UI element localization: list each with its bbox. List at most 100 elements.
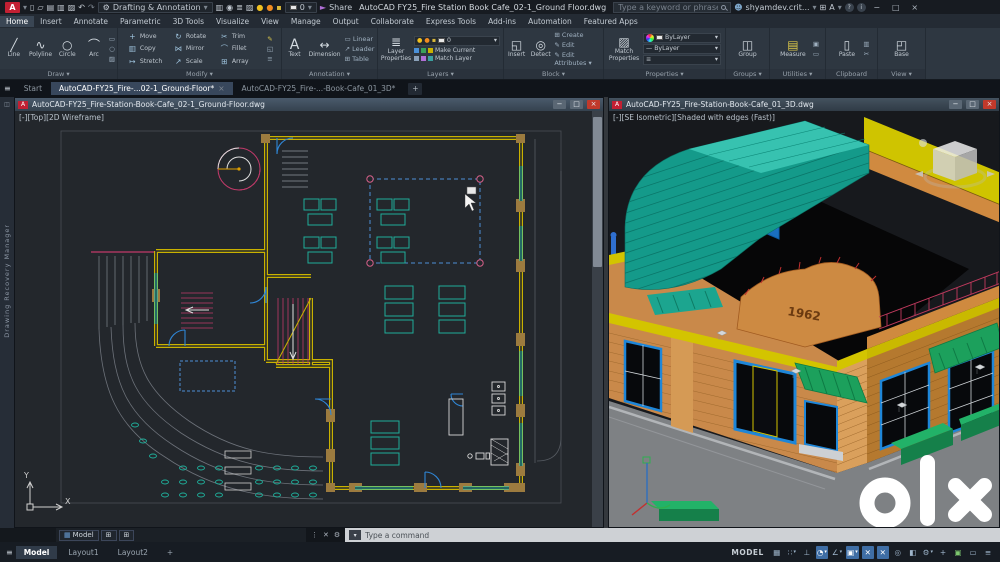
- redo-icon[interactable]: ↷: [88, 2, 95, 13]
- workspace-gear-toggle-icon[interactable]: ⚙ ▾: [922, 546, 934, 559]
- panel-view-label[interactable]: View ▾: [878, 69, 925, 79]
- plot-icon[interactable]: ▨: [68, 2, 76, 13]
- file-tab-start[interactable]: Start: [16, 82, 50, 95]
- tab-annotate[interactable]: Annotate: [68, 16, 114, 27]
- insert-block-button[interactable]: ◱ Insert: [506, 38, 527, 59]
- circle-button[interactable]: ○ Circle: [55, 38, 79, 59]
- dynamic-input-icon[interactable]: ◎: [892, 546, 904, 559]
- autocad-logo-icon[interactable]: A: [5, 1, 20, 13]
- share-label[interactable]: Share: [329, 3, 352, 12]
- tab-collaborate[interactable]: Collaborate: [365, 16, 420, 27]
- file-tab-cafe-3d[interactable]: AutoCAD-FY25_Fire-...-Book-Cafe_01_3D*: [234, 82, 404, 95]
- scrollbar-thumb[interactable]: [593, 117, 602, 267]
- snap-toggle-icon[interactable]: ∷ ▾: [786, 546, 798, 559]
- grid-toggle-icon[interactable]: ▦: [771, 546, 783, 559]
- rotate-button[interactable]: ↻ Rotate: [172, 32, 218, 41]
- file-tab-ground-floor[interactable]: AutoCAD-FY25_Fire-...02-1_Ground-Floor* ×: [51, 82, 233, 95]
- layout-menu-icon[interactable]: ≡: [6, 547, 13, 558]
- mirror-button[interactable]: ⋈ Mirror: [172, 44, 218, 53]
- ortho-toggle-icon[interactable]: ⊥: [801, 546, 813, 559]
- cmd-recent-icon[interactable]: ▾: [349, 530, 362, 540]
- lineweight-dropdown[interactable]: ≡ ▾: [643, 54, 721, 65]
- model-3d-canvas[interactable]: [-][SE Isometric][Shaded with edges (Fas…: [609, 111, 999, 527]
- panel-properties-label[interactable]: Properties ▾: [604, 69, 725, 79]
- workspace-switcher[interactable]: ⚙ Drafting & Annotation ▾: [97, 1, 213, 13]
- eye-icon[interactable]: ◉: [226, 2, 233, 13]
- match-layer-button[interactable]: Match Layer: [414, 55, 500, 62]
- window2-close-button[interactable]: ×: [983, 100, 996, 109]
- floor-plan-drawing[interactable]: Y X: [15, 111, 594, 527]
- panel-annotation-label[interactable]: Annotation ▾: [282, 69, 377, 79]
- base-view-button[interactable]: ◰ Base: [888, 38, 915, 59]
- undo-icon[interactable]: ↶: [78, 2, 85, 13]
- erase-pencil-icon[interactable]: ✎: [267, 35, 273, 43]
- quick-calc-icon[interactable]: ▭: [813, 50, 819, 58]
- polyline-button[interactable]: ∿ Polyline: [29, 38, 53, 59]
- tab-3d-tools[interactable]: 3D Tools: [167, 16, 210, 27]
- paste-button[interactable]: ▯ Paste: [833, 38, 860, 59]
- model-space-indicator[interactable]: MODEL: [731, 548, 763, 557]
- layer-dropdown[interactable]: ● ● ▪ 0 ▾: [414, 35, 500, 46]
- panel-block-label[interactable]: Block ▾: [504, 69, 603, 79]
- new-layout-button[interactable]: +: [159, 546, 181, 559]
- fillet-button[interactable]: ⌒ Fillet: [218, 43, 264, 54]
- tab-visualize[interactable]: Visualize: [210, 16, 255, 27]
- model-3d-window-titlebar[interactable]: A AutoCAD-FY25_Fire-Station-Book-Cafe_01…: [609, 98, 999, 111]
- window-restore-button[interactable]: □: [570, 100, 583, 109]
- panel-layers-label[interactable]: Layers ▾: [378, 69, 503, 79]
- search-box[interactable]: Type a keyword or phrase: [613, 1, 732, 13]
- window-layout-chip-2[interactable]: ⊞: [118, 529, 135, 541]
- floor-plan-canvas[interactable]: [-][Top][2D Wireframe] Y X: [15, 111, 603, 527]
- app-close-button[interactable]: ×: [907, 3, 923, 12]
- scale-button[interactable]: ↗ Scale: [172, 57, 218, 66]
- tab-output[interactable]: Output: [327, 16, 365, 27]
- user-name[interactable]: shyamdev.crit...: [746, 3, 810, 12]
- window-minimize-button[interactable]: −: [553, 100, 566, 109]
- modify-more-icon[interactable]: ≡: [267, 55, 273, 63]
- line-button[interactable]: ╱ Line: [2, 38, 26, 59]
- panel-utilities-label[interactable]: Utilities ▾: [770, 69, 825, 79]
- save-as-icon[interactable]: ▥: [57, 2, 65, 13]
- tab-home[interactable]: Home: [0, 15, 35, 27]
- layer-freeze-sun-icon[interactable]: ●: [266, 3, 273, 12]
- font-tools-caret-icon[interactable]: ▾: [838, 3, 842, 12]
- ellipse-tool-icon[interactable]: ○: [109, 45, 115, 53]
- tab-parametric[interactable]: Parametric: [114, 16, 167, 27]
- copy-clip-icon[interactable]: ▥: [863, 40, 869, 48]
- cmd-kebab-icon[interactable]: ⋮: [311, 531, 318, 539]
- rectangle-tool-icon[interactable]: ▭: [109, 35, 115, 43]
- tools-quick-icon[interactable]: ▨: [246, 2, 254, 13]
- quick-select-icon[interactable]: ▣: [813, 40, 819, 48]
- layout2-tab[interactable]: Layout2: [110, 546, 156, 559]
- layout1-tab[interactable]: Layout1: [60, 546, 106, 559]
- new-tab-button[interactable]: +: [408, 82, 423, 95]
- linetype-dropdown[interactable]: — ByLayer ▾: [643, 43, 721, 54]
- cart-icon[interactable]: ⊞: [820, 2, 827, 13]
- move-button[interactable]: + Move: [126, 32, 172, 41]
- layer-on-bulb-icon[interactable]: ●: [256, 3, 263, 12]
- qat-layer-dropdown[interactable]: 0 ▾: [284, 1, 317, 13]
- explode-icon[interactable]: ◱: [267, 45, 273, 53]
- arc-button[interactable]: ⌒ Arc: [82, 38, 106, 59]
- panel-groups-label[interactable]: Groups ▾: [726, 69, 769, 79]
- copy-button[interactable]: ▥ Copy: [126, 44, 172, 53]
- tab-add-ins[interactable]: Add-ins: [482, 16, 522, 27]
- isolate-objects-icon[interactable]: ▣: [952, 546, 964, 559]
- color-dropdown[interactable]: ByLayer ▾: [643, 32, 721, 43]
- stretch-button[interactable]: ↦ Stretch: [126, 57, 172, 66]
- osnap-3d-icon[interactable]: ✕: [876, 545, 889, 559]
- window-close-button[interactable]: ×: [587, 100, 600, 109]
- customization-menu-icon[interactable]: ≡: [982, 546, 994, 559]
- osnap-box-icon[interactable]: ▣ ▾: [846, 545, 859, 559]
- share-icon[interactable]: ►: [320, 3, 326, 12]
- crosshair-icon[interactable]: +: [937, 546, 949, 559]
- layer-properties-button[interactable]: ≣ Layer Properties: [381, 35, 411, 63]
- window2-minimize-button[interactable]: −: [949, 100, 962, 109]
- app-menu-caret-icon[interactable]: ▾: [23, 2, 27, 13]
- user-avatar-icon[interactable]: ☻: [734, 3, 742, 12]
- window-model-tab[interactable]: ▦ Model: [59, 529, 99, 541]
- dimension-button[interactable]: ↔ Dimension: [308, 38, 342, 59]
- new-file-icon[interactable]: ▯: [30, 2, 34, 13]
- table-button[interactable]: ⊞ Table: [345, 55, 375, 63]
- edit-attributes-button[interactable]: ✎ Edit Attributes ▾: [554, 51, 601, 67]
